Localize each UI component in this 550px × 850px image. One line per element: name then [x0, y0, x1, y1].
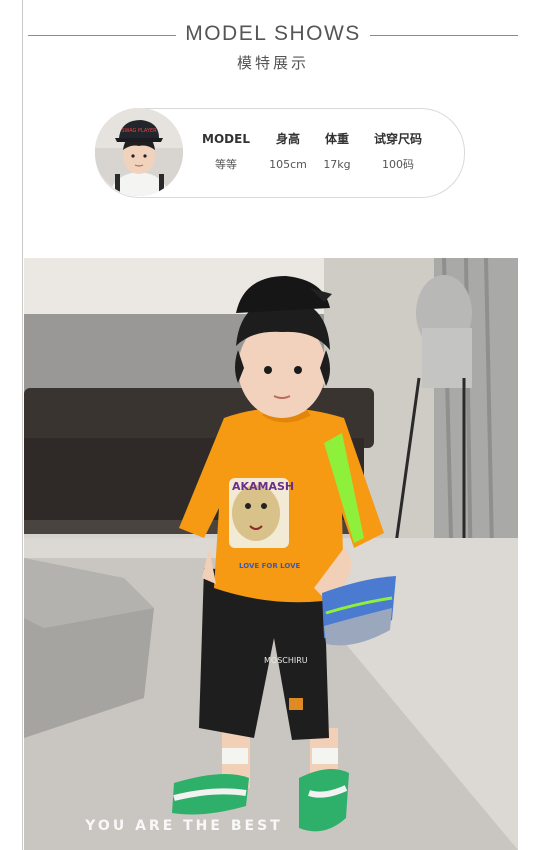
stat-weight: 体重 17kg [302, 132, 372, 172]
stat-label: 体重 [324, 132, 349, 146]
section-title: MODEL SHOWS [185, 22, 361, 45]
shorts-print-text: MOSCHIRU [264, 656, 308, 665]
stat-value: 100码 [382, 158, 414, 171]
photo-tagline: YOU ARE THE BEST [85, 818, 283, 834]
model-photo: MOSCHIRU AKAMASH LOVE FOR LOVE [24, 258, 518, 850]
stat-label: 试穿尺码 [373, 132, 422, 146]
shirt-print-subtext: LOVE FOR LOVE [239, 562, 301, 570]
stat-model: MODEL 等等 [191, 132, 261, 172]
stat-size: 试穿尺码 100码 [363, 132, 433, 172]
left-border-rule [22, 0, 23, 850]
avatar-cap-text: SWAG PLAYER [121, 128, 157, 134]
model-avatar: SWAG PLAYER [95, 108, 183, 196]
stat-label: MODEL [202, 132, 250, 146]
stat-value: 等等 [215, 158, 237, 171]
shirt-print-text: AKAMASH [232, 480, 294, 493]
section-subtitle: 模特展示 [236, 54, 309, 72]
stat-value: 17kg [323, 158, 351, 171]
